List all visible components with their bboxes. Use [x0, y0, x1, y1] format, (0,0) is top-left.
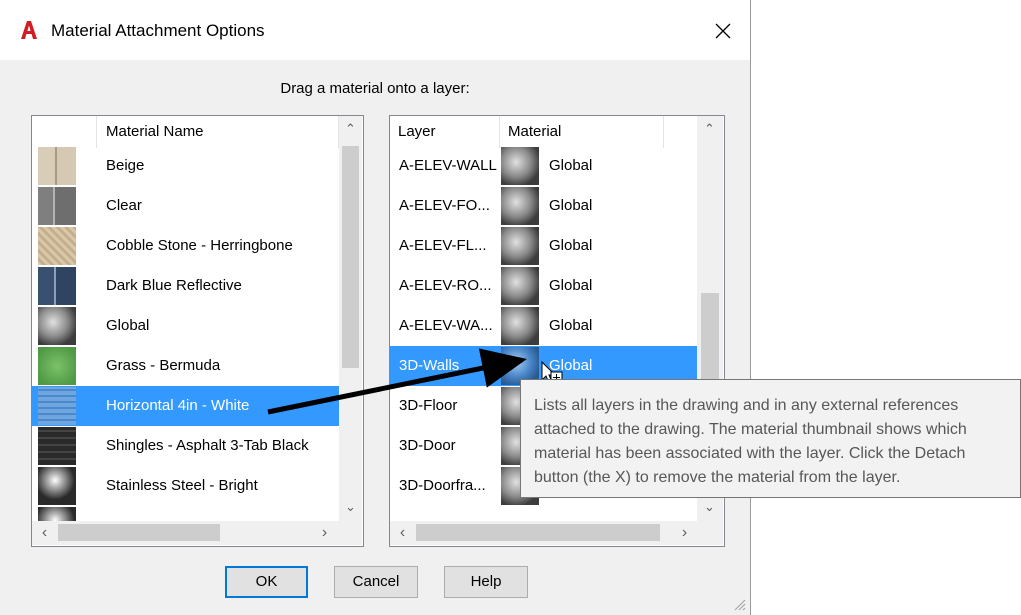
layer-name: A-ELEV-FL...: [399, 237, 487, 254]
title-bar: Material Attachment Options: [0, 0, 750, 60]
layer-list-tooltip: Lists all layers in the drawing and in a…: [520, 379, 1021, 498]
tooltip-line: button (the X) to remove the material fr…: [534, 469, 901, 486]
material-item-grass[interactable]: Grass - Bermuda: [32, 346, 339, 386]
global-sphere-icon: [501, 267, 539, 305]
materials-listbox[interactable]: Material Name Beige Clear Cobble Stone -…: [31, 115, 364, 547]
materials-thumb-header[interactable]: [32, 116, 97, 148]
layer-material: Global: [549, 317, 593, 334]
resize-grip-icon[interactable]: [732, 597, 746, 611]
material-item-dark-blue-reflective[interactable]: Dark Blue Reflective: [32, 266, 339, 306]
beige-swatch-icon: [38, 147, 76, 185]
layer-name: 3D-Walls: [399, 357, 460, 374]
layer-name: A-ELEV-WALL: [399, 157, 497, 174]
material-item-cobble-stone[interactable]: Cobble Stone - Herringbone: [32, 226, 339, 266]
global-sphere-icon: [501, 227, 539, 265]
materials-vscroll-thumb[interactable]: [342, 146, 359, 368]
scroll-left-icon[interactable]: ‹: [394, 524, 411, 542]
layer-row[interactable]: A-ELEV-RO... Global: [390, 266, 697, 306]
layer-name: A-ELEV-WA...: [399, 317, 493, 334]
material-label: Stainless Steel - Bright: [106, 477, 258, 494]
autocad-logo-icon: [21, 21, 37, 39]
material-item-beige[interactable]: Beige: [32, 146, 339, 186]
layer-name: 3D-Door: [399, 437, 456, 454]
material-label: Cobble Stone - Herringbone: [106, 237, 293, 254]
scroll-up-icon[interactable]: ⌃: [701, 121, 718, 137]
material-label: Beige: [106, 157, 145, 174]
material-label: Grass - Bermuda: [106, 357, 221, 374]
layer-material: Global: [549, 157, 593, 174]
global-sphere-icon: [501, 307, 539, 345]
layer-name: 3D-Floor: [399, 397, 458, 414]
material-attachment-dialog: Material Attachment Options Drag a mater…: [0, 0, 751, 615]
material-label: Horizontal 4in - White: [106, 397, 250, 414]
layer-material: Global: [549, 277, 593, 294]
material-label: Dark Blue Reflective: [106, 277, 242, 294]
grass-swatch-icon: [38, 347, 76, 385]
layer-row[interactable]: A-ELEV-FL... Global: [390, 226, 697, 266]
material-item-shingles[interactable]: Shingles - Asphalt 3-Tab Black: [32, 426, 339, 466]
clear-glass-swatch-icon: [38, 187, 76, 225]
layer-material: Global: [549, 237, 593, 254]
steel-sphere-icon: [38, 467, 76, 505]
global-sphere-icon: [38, 307, 76, 345]
close-button[interactable]: [706, 16, 740, 46]
material-column-header[interactable]: Material: [500, 116, 664, 148]
cancel-button[interactable]: Cancel: [334, 566, 418, 598]
tooltip-line: material has been associated with the la…: [534, 445, 966, 462]
scroll-down-icon[interactable]: ⌄: [342, 499, 359, 515]
layer-name: A-ELEV-RO...: [399, 277, 492, 294]
layer-material: Global: [549, 197, 593, 214]
global-sphere-icon: [501, 187, 539, 225]
ok-button[interactable]: OK: [225, 566, 308, 598]
dark-blue-swatch-icon: [38, 267, 76, 305]
layer-name: 3D-Doorfra...: [399, 477, 486, 494]
help-button[interactable]: Help: [444, 566, 528, 598]
shingles-swatch-icon: [38, 427, 76, 465]
layer-row[interactable]: A-ELEV-FO... Global: [390, 186, 697, 226]
material-name-header[interactable]: Material Name: [97, 116, 339, 148]
dialog-title: Material Attachment Options: [51, 21, 265, 40]
scroll-right-icon[interactable]: ›: [316, 524, 333, 542]
materials-hscroll-thumb[interactable]: [58, 524, 220, 541]
layer-row[interactable]: A-ELEV-WA... Global: [390, 306, 697, 346]
tooltip-line: Lists all layers in the drawing and in a…: [534, 397, 959, 414]
scroll-left-icon[interactable]: ‹: [36, 524, 53, 542]
material-item-clear[interactable]: Clear: [32, 186, 339, 226]
layer-name: A-ELEV-FO...: [399, 197, 490, 214]
global-sphere-icon: [501, 147, 539, 185]
layers-hscroll-thumb[interactable]: [416, 524, 660, 541]
siding-swatch-icon: [38, 387, 76, 425]
close-icon: [715, 23, 731, 39]
layer-row[interactable]: A-ELEV-WALL Global: [390, 146, 697, 186]
materials-horizontal-scrollbar[interactable]: ‹ ›: [32, 521, 362, 545]
material-item-stainless-steel[interactable]: Stainless Steel - Bright: [32, 466, 339, 506]
material-label: Shingles - Asphalt 3-Tab Black: [106, 437, 309, 454]
tooltip-line: attached to the drawing. The material th…: [534, 421, 967, 438]
material-item-horizontal-siding[interactable]: Horizontal 4in - White: [32, 386, 339, 426]
layer-column-header[interactable]: Layer: [390, 116, 500, 148]
material-item-global[interactable]: Global: [32, 306, 339, 346]
materials-vertical-scrollbar[interactable]: ⌃ ⌄: [339, 116, 362, 521]
instruction-text: Drag a material onto a layer:: [280, 80, 470, 97]
scroll-up-icon[interactable]: ⌃: [342, 121, 359, 137]
scroll-down-icon[interactable]: ⌄: [701, 499, 718, 515]
layers-horizontal-scrollbar[interactable]: ‹ ›: [390, 521, 723, 545]
material-label: Global: [106, 317, 150, 334]
scroll-right-icon[interactable]: ›: [676, 524, 693, 542]
material-label: Clear: [106, 197, 142, 214]
cobblestone-swatch-icon: [38, 227, 76, 265]
